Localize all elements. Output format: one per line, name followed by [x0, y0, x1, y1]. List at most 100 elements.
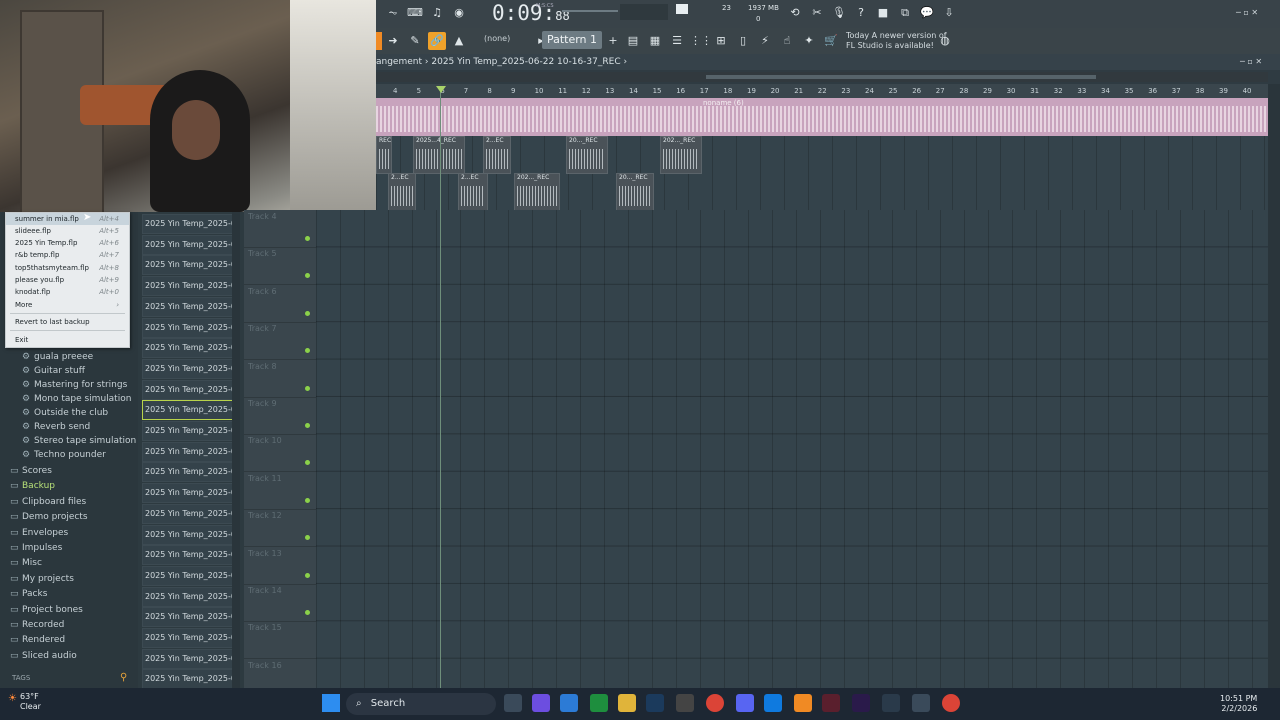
- snap-selector[interactable]: (none): [484, 34, 510, 43]
- file-list-item[interactable]: 2025 Yin Temp_2025-06-...: [142, 358, 234, 379]
- browser-folder-item[interactable]: ▭ Impulses: [10, 543, 62, 553]
- mixer-faders-icon[interactable]: ⋮⋮: [690, 32, 712, 50]
- file-list-item[interactable]: 2025 Yin Temp_2025-06-...: [142, 607, 234, 628]
- pencil-icon[interactable]: ✎: [406, 32, 424, 50]
- cut-icon[interactable]: ✂: [808, 4, 826, 22]
- browser-folder-item[interactable]: ▭ Sliced audio: [10, 651, 77, 661]
- audio-clip[interactable]: 2025...4_REC: [413, 136, 465, 174]
- shop-icon[interactable]: 🛒: [822, 32, 840, 50]
- track-header[interactable]: Track 10: [244, 434, 316, 473]
- mixer-icon[interactable]: ⧉: [896, 4, 914, 22]
- track-header[interactable]: Track 13: [244, 547, 316, 585]
- browser-preset-item[interactable]: ⚙ Outside the club: [22, 408, 108, 418]
- track-header[interactable]: Track 15: [244, 621, 316, 660]
- breadcrumb-arrangement[interactable]: angement: [376, 57, 422, 67]
- chat-icon[interactable]: 💬: [918, 4, 936, 22]
- chrome-icon[interactable]: [706, 694, 724, 712]
- download-icon[interactable]: ⇩: [940, 4, 958, 22]
- app-icon[interactable]: [822, 694, 840, 712]
- menu-item[interactable]: knodat.flp Alt+0: [6, 286, 129, 298]
- file-list-item[interactable]: 2025 Yin Temp_2025-06-...: [142, 483, 234, 504]
- track-mute-led-icon[interactable]: [305, 273, 310, 279]
- file-list-item[interactable]: 2025 Yin Temp_2025-06-...: [142, 669, 234, 690]
- browser-folder-item[interactable]: ▭ My projects: [10, 574, 74, 584]
- menu-item[interactable]: Exit: [6, 334, 129, 346]
- news-panel[interactable]: Today A newer version of FL Studio is av…: [846, 31, 947, 51]
- help-icon[interactable]: ?: [852, 4, 870, 22]
- chrome-icon[interactable]: [942, 694, 960, 712]
- tools-icon[interactable]: ✦: [800, 32, 818, 50]
- edge-icon[interactable]: [764, 694, 782, 712]
- copilot-icon[interactable]: [532, 694, 550, 712]
- steam-icon[interactable]: [646, 694, 664, 712]
- file-list-item[interactable]: 2025 Yin Temp_2025-06-...: [142, 296, 234, 317]
- store-icon[interactable]: [560, 694, 578, 712]
- browser-folder-item[interactable]: ▭ Packs: [10, 589, 47, 599]
- browser-folder-item[interactable]: ▭ Recorded: [10, 620, 64, 630]
- file-list-item[interactable]: 2025 Yin Temp_2025-06-...: [142, 565, 234, 586]
- pattern-add-icon[interactable]: +: [604, 32, 622, 50]
- playlist-window-controls[interactable]: ─ ▫ ✕: [1240, 57, 1262, 66]
- weather-widget[interactable]: 63°F Clear: [20, 692, 41, 712]
- metronome-icon[interactable]: ▲: [450, 32, 468, 50]
- breadcrumb-project[interactable]: 2025 Yin Temp_2025-06-22 10-16-37_REC: [431, 57, 620, 67]
- menu-item[interactable]: r&b temp.flp Alt+7: [6, 249, 129, 261]
- browser-preset-item[interactable]: ⚙ Mastering for strings: [22, 380, 127, 390]
- file-list-item[interactable]: 2025 Yin Temp_2025-06-...: [142, 503, 234, 524]
- track-mute-led-icon[interactable]: [305, 236, 310, 241]
- menu-item[interactable]: summer in mia.flp Alt+4: [6, 213, 129, 225]
- channel-rack-icon[interactable]: ☰: [668, 32, 686, 50]
- browser-preset-item[interactable]: ⚙ Stereo tape simulation: [22, 436, 136, 446]
- track-header[interactable]: Track 14: [244, 584, 316, 622]
- track-mute-led-icon[interactable]: [305, 423, 310, 428]
- audio-clip[interactable]: 202..._REC: [514, 173, 560, 211]
- browser-preset-item[interactable]: ⚙ Techno pounder: [22, 450, 106, 460]
- browser-preset-item[interactable]: ⚙ Reverb send: [22, 422, 90, 432]
- typing-keyboard-icon[interactable]: ⌨: [406, 4, 424, 22]
- audio-clip[interactable]: 202..._REC: [660, 136, 702, 174]
- menu-item[interactable]: please you.flp Alt+9: [6, 274, 129, 286]
- file-explorer-icon[interactable]: [618, 694, 636, 712]
- audio-clip[interactable]: 2...EC: [388, 173, 416, 211]
- browser-folder-item[interactable]: ▭ Misc: [10, 558, 42, 568]
- track-mute-led-icon[interactable]: [305, 385, 310, 391]
- file-list-item[interactable]: 2025 Yin Temp_2025-06-...: [142, 441, 234, 462]
- browser-preset-item[interactable]: ⚙ Guitar stuff: [22, 366, 85, 376]
- browser-folder-item[interactable]: ▭ Demo projects: [10, 512, 88, 522]
- save-icon[interactable]: ■: [874, 4, 892, 22]
- step-edit-icon[interactable]: ♫: [428, 4, 446, 22]
- horizontal-scrollbar[interactable]: [376, 72, 1268, 82]
- track-header[interactable]: Track 8: [244, 360, 316, 398]
- timeline-ruler[interactable]: 4 5 6 7 8 9 10 11 12 13 14 15 16 17 18 19 20 21 22 23 24 25 26…: [376, 84, 1268, 98]
- pattern-selector[interactable]: Pattern 1: [542, 31, 602, 49]
- file-list-item[interactable]: 2025 Yin Temp_2025-06-...: [142, 421, 234, 441]
- touch-icon[interactable]: ☝: [778, 32, 796, 50]
- file-list-item[interactable]: 2025 Yin Temp_2025-06-...: [142, 400, 234, 421]
- track-mute-led-icon[interactable]: [305, 572, 310, 578]
- browser-folder-item[interactable]: ▭ Clipboard files: [10, 497, 86, 507]
- undo-icon[interactable]: ⟲: [786, 4, 804, 22]
- playhead-marker-icon[interactable]: [436, 86, 446, 93]
- track-mute-led-icon[interactable]: [305, 497, 310, 503]
- playlist-grid[interactable]: [316, 210, 1268, 688]
- file-list-item[interactable]: 2025 Yin Temp_2025-06-...: [142, 255, 234, 276]
- file-list-item[interactable]: 2025 Yin Temp_2025-06-...: [142, 276, 234, 297]
- track-header[interactable]: Track 9: [244, 397, 316, 435]
- file-list-item[interactable]: 2025 Yin Temp_2025-06-...: [142, 628, 234, 648]
- piano-roll-icon[interactable]: ▦: [646, 32, 664, 50]
- track-mute-led-icon[interactable]: [305, 348, 310, 354]
- browser-icon[interactable]: ⊞: [712, 32, 730, 50]
- audio-clip[interactable]: 2...EC: [458, 173, 488, 211]
- microphone-icon[interactable]: 🎙: [830, 4, 848, 22]
- browser-folder-item[interactable]: ▭ Backup: [10, 481, 55, 491]
- settings-icon[interactable]: [912, 694, 930, 712]
- track-mute-led-icon[interactable]: [305, 535, 310, 541]
- browser-folder-item[interactable]: ▭ Scores: [10, 466, 52, 476]
- taskbar-clock[interactable]: 10:51 PM 2/2/2026: [1220, 694, 1257, 714]
- menu-item[interactable]: top5thatsmyteam.flp Alt+8: [6, 262, 129, 274]
- master-volume-slider[interactable]: [562, 10, 618, 12]
- audio-clip[interactable]: 20..._REC: [616, 173, 654, 211]
- track-mute-led-icon[interactable]: [305, 460, 310, 466]
- capcut-icon[interactable]: [882, 694, 900, 712]
- project-icon[interactable]: ▯: [734, 32, 752, 50]
